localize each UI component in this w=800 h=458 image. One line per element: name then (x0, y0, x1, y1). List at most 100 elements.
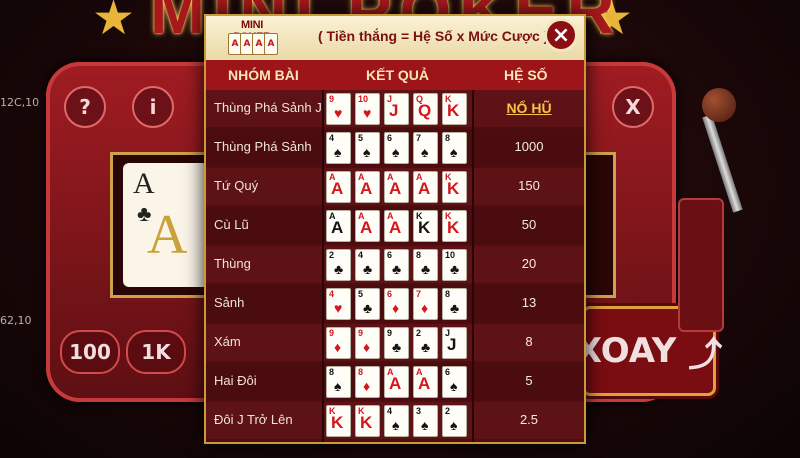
hand-name: Đôi J Trở Lên (214, 412, 293, 427)
modal-top-bar: MINI POKER A A A A ( Tiền thắng = Hệ Số … (206, 16, 584, 60)
hand-name: Tứ Quý (214, 178, 259, 193)
playing-card: 7 ♠ (413, 132, 438, 164)
paytable-row: Cù Lũ A A A A A A K K K K 50 (206, 207, 584, 244)
paytable-modal: MINI POKER A A A A ( Tiền thắng = Hệ Số … (204, 14, 586, 444)
playing-card: 6 ♠ (384, 132, 409, 164)
playing-card: 3 ♠ (413, 405, 438, 437)
close-icon[interactable]: × (544, 18, 578, 52)
playing-card: 4 ♠ (326, 132, 351, 164)
mini-poker-logo: MINI POKER A A A A (222, 19, 282, 57)
bg-lever (678, 88, 743, 338)
header-result: KẾT QUẢ (366, 67, 429, 83)
playing-card: KK (326, 405, 351, 437)
example-hand-cards: K K K K 4 ♠ 3 ♠ 2 ♠ (326, 405, 472, 437)
bg-side-text: 12C,10 (0, 96, 40, 109)
playing-card: 2 ♠ (442, 405, 467, 437)
help-button[interactable]: ? (64, 86, 106, 128)
hand-name: Xám (214, 334, 241, 349)
playing-card: 7 ♦ (413, 288, 438, 320)
example-hand-cards: 9 ♥ 10 ♥ J J Q Q K K (326, 93, 472, 125)
bet-100-button[interactable]: 100 (60, 330, 120, 374)
info-button[interactable]: i (132, 86, 174, 128)
playing-card: 5 ♠ (355, 132, 380, 164)
playing-card: 8 ♣ (413, 249, 438, 281)
playing-card: 4 ♥ (326, 288, 351, 320)
playing-card: 9 ♣ (384, 327, 409, 359)
column-divider (472, 90, 474, 442)
playing-card: 6 ♦ (384, 288, 409, 320)
playing-card: KK (442, 210, 467, 242)
example-hand-cards: AAAAAAAAKK (326, 171, 472, 203)
playing-card: 10 ♥ (355, 93, 380, 125)
example-hand-cards: 4 ♠ 5 ♠ 6 ♠ 7 ♠ 8 ♠ (326, 132, 472, 164)
hand-name: Cù Lũ (214, 217, 249, 232)
jackpot-label: NỔ HŨ (506, 100, 552, 116)
playing-card: 2 ♣ (326, 249, 351, 281)
playing-card: AA (326, 210, 351, 242)
paytable-row: Xám 9 ♦ 9 ♦ 9 ♣ 2 ♣ J J 8 (206, 324, 584, 361)
playing-card: JJ (442, 327, 467, 359)
playing-card: AA (355, 171, 380, 203)
hand-name: Thùng (214, 256, 251, 271)
playing-card: AA (326, 171, 351, 203)
playing-card: 10 ♣ (442, 249, 467, 281)
playing-card: 6 ♠ (442, 366, 467, 398)
multiplier-value: 20 (521, 256, 537, 271)
playing-card: KK (442, 93, 467, 125)
multiplier-value: 2.5 (519, 412, 539, 427)
example-hand-cards: 4 ♥ 5 ♣ 6 ♦ 7 ♦ 8 ♣ (326, 288, 472, 320)
multiplier-value: 5 (525, 373, 533, 388)
playing-card: 5 ♣ (355, 288, 380, 320)
multiplier-value: 13 (521, 295, 537, 310)
playing-card: AA (413, 366, 438, 398)
example-hand-cards: 9 ♦ 9 ♦ 9 ♣ 2 ♣ J J (326, 327, 472, 359)
playing-card: QQ (413, 93, 438, 125)
example-hand-cards: 8 ♠ 8 ♦ A A A A 6 ♠ (326, 366, 472, 398)
bet-1k-button[interactable]: 1K (126, 330, 186, 374)
playing-card: AA (355, 210, 380, 242)
multiplier-value: 8 (525, 334, 533, 349)
column-divider (322, 90, 324, 442)
playing-card: 8 ♦ (355, 366, 380, 398)
playing-card: 9 ♥ (326, 93, 351, 125)
paytable-row: Sảnh 4 ♥ 5 ♣ 6 ♦ 7 ♦ 8 ♣ 13 (206, 285, 584, 322)
header-multiplier: HỆ SỐ (504, 67, 548, 83)
playing-card: 8 ♠ (442, 132, 467, 164)
hand-name: Thùng Phá Sảnh J (214, 100, 322, 115)
playing-card: KK (442, 171, 467, 203)
playing-card: KK (413, 210, 438, 242)
playing-card: 2 ♣ (413, 327, 438, 359)
paytable-row: Thùng Phá Sảnh 4 ♠ 5 ♠ 6 ♠ 7 ♠ 8 ♠ 1000 (206, 129, 584, 166)
example-hand-cards: 2 ♣ 4 ♣ 6 ♣ 8 ♣ 10 ♣ (326, 249, 472, 281)
paytable-row: Thùng Phá Sảnh J 9 ♥ 10 ♥ J J Q Q K K NỔ HŨ (206, 90, 584, 127)
paytable-header: NHÓM BÀI KẾT QUẢ HỆ SỐ (206, 60, 584, 90)
winning-formula: ( Tiền thắng = Hệ Số x Mức Cược ) (318, 28, 549, 44)
bg-close-button[interactable]: X (612, 86, 654, 128)
playing-card: AA (384, 171, 409, 203)
playing-card: 4 ♣ (355, 249, 380, 281)
multiplier-value: 50 (521, 217, 537, 232)
playing-card: 9 ♦ (326, 327, 351, 359)
playing-card: AA (413, 171, 438, 203)
bg-side-text: 62,10 (0, 314, 32, 327)
hand-name: Thùng Phá Sảnh (214, 139, 312, 154)
paytable-row: Hai Đôi 8 ♠ 8 ♦ A A A A 6 ♠ 5 (206, 363, 584, 400)
hand-name: Sảnh (214, 295, 245, 310)
playing-card: 8 ♣ (442, 288, 467, 320)
bg-reel-card: A ♣ A (123, 163, 209, 287)
header-hand: NHÓM BÀI (228, 67, 299, 83)
paytable-row: Tứ Quý A A A A A A A A K K 150 (206, 168, 584, 205)
playing-card: AA (384, 366, 409, 398)
multiplier-value: 150 (518, 178, 540, 193)
playing-card: 6 ♣ (384, 249, 409, 281)
paytable-row: Đôi J Trở Lên K K K K 4 ♠ 3 ♠ 2 ♠ 2.5 (206, 402, 584, 439)
playing-card: 8 ♠ (326, 366, 351, 398)
playing-card: JJ (384, 93, 409, 125)
playing-card: KK (355, 405, 380, 437)
playing-card: AA (384, 210, 409, 242)
paytable-row: Thùng 2 ♣ 4 ♣ 6 ♣ 8 ♣ 10 ♣ 20 (206, 246, 584, 283)
multiplier-value: 1000 (514, 139, 544, 154)
example-hand-cards: AAAAAAKKKK (326, 210, 472, 242)
hand-name: Hai Đôi (214, 373, 257, 388)
playing-card: 9 ♦ (355, 327, 380, 359)
